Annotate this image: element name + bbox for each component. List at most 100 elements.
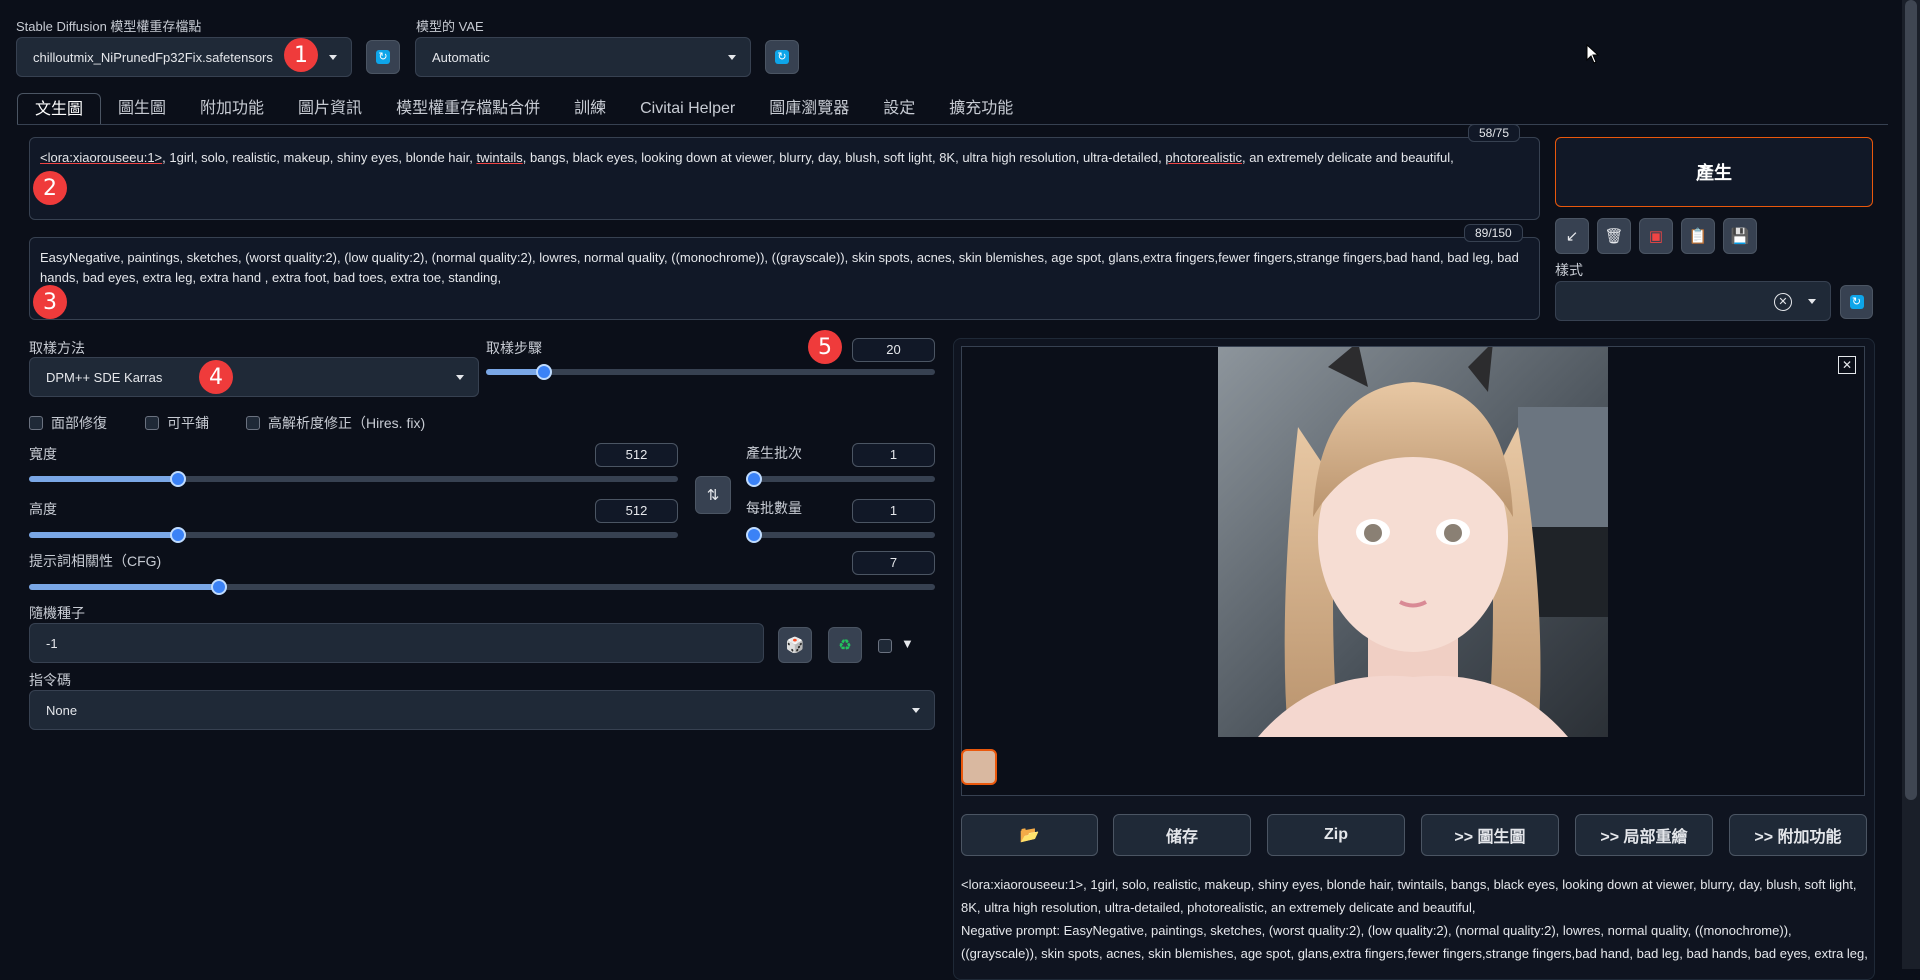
generation-info: <lora:xiaorouseeu:1>, 1girl, solo, reali… <box>961 873 1871 965</box>
clear-prompt-button[interactable]: 🗑 <box>1597 218 1631 254</box>
send-to-inpaint-button[interactable]: >> 局部重繪 <box>1575 814 1713 856</box>
apply-style-button[interactable]: 📋 <box>1681 218 1715 254</box>
slider-fill <box>29 584 220 590</box>
refresh-icon: ↻ <box>775 50 789 64</box>
steps-slider[interactable] <box>486 364 935 380</box>
face-restore-label: 面部修復 <box>51 415 107 431</box>
sampler-dropdown[interactable]: DPM++ SDE Karras <box>29 357 479 397</box>
negative-prompt-textarea[interactable]: EasyNegative, paintings, sketches, (wors… <box>29 237 1540 320</box>
cfg-input[interactable]: 7 <box>852 551 935 575</box>
vae-label: 模型的 VAE <box>416 19 484 34</box>
trash-icon: 🗑 <box>1604 228 1624 245</box>
extra-networks-button[interactable]: ▣ <box>1639 218 1673 254</box>
tab-extras[interactable]: 附加功能 <box>183 93 281 124</box>
page-scrollbar[interactable] <box>1902 0 1920 969</box>
style-label: 樣式 <box>1555 262 1583 278</box>
swap-dimensions-button[interactable]: ⇅ <box>695 476 731 514</box>
steps-label: 取樣步驟 <box>486 340 542 356</box>
seed-input[interactable]: -1 <box>29 623 764 663</box>
annotation-badge-1: 1 <box>284 38 318 72</box>
save-style-button[interactable]: 💾 <box>1723 218 1757 254</box>
slider-fill <box>29 532 179 538</box>
refresh-checkpoint-button[interactable]: ↻ <box>366 40 400 74</box>
tab-img2img[interactable]: 圖生圖 <box>101 93 183 124</box>
slider-thumb[interactable] <box>211 579 228 595</box>
tab-settings[interactable]: 設定 <box>866 93 932 124</box>
height-label: 高度 <box>29 501 57 517</box>
main-tabs: 文生圖 圖生圖 附加功能 圖片資訊 模型權重存檔點合併 訓練 Civitai H… <box>17 93 1030 124</box>
sampler-label: 取樣方法 <box>29 340 85 356</box>
height-slider[interactable] <box>29 527 678 543</box>
slider-thumb[interactable] <box>170 471 187 487</box>
refresh-vae-button[interactable]: ↻ <box>765 40 799 74</box>
zip-button[interactable]: Zip <box>1267 814 1405 856</box>
dice-icon: 🎲 <box>785 637 805 654</box>
width-input[interactable]: 512 <box>595 443 678 467</box>
chevron-down-icon <box>329 55 337 60</box>
send-to-img2img-button[interactable]: >> 圖生圖 <box>1421 814 1559 856</box>
refresh-styles-button[interactable]: ↻ <box>1840 285 1873 319</box>
generate-button[interactable]: 產生 <box>1555 137 1873 207</box>
chevron-down-icon <box>1808 299 1816 304</box>
negative-token-counter: 89/150 <box>1464 224 1523 242</box>
send-to-extras-button[interactable]: >> 附加功能 <box>1729 814 1867 856</box>
annotation-badge-3: 3 <box>33 285 67 319</box>
annotation-badge-2: 2 <box>33 171 67 205</box>
tab-extensions[interactable]: 擴充功能 <box>932 93 1030 124</box>
gallery-thumbnail[interactable] <box>961 749 997 785</box>
batch-count-slider[interactable] <box>746 471 935 487</box>
vae-dropdown[interactable]: Automatic <box>415 37 751 77</box>
tab-civitai-helper[interactable]: Civitai Helper <box>623 93 752 124</box>
extra-seed-checkbox[interactable] <box>878 639 892 653</box>
open-folder-button[interactable]: 📂 <box>961 814 1098 856</box>
seed-value: -1 <box>46 635 58 651</box>
slider-thumb[interactable] <box>746 527 762 543</box>
script-label: 指令碼 <box>29 672 71 688</box>
tab-checkpoint-merger[interactable]: 模型權重存檔點合併 <box>379 93 557 124</box>
vae-value: Automatic <box>432 49 490 65</box>
tiling-checkbox[interactable] <box>145 416 159 430</box>
script-dropdown[interactable]: None <box>29 690 935 730</box>
read-params-button[interactable]: ↙ <box>1555 218 1589 254</box>
steps-input[interactable]: 20 <box>852 338 935 362</box>
batch-size-slider[interactable] <box>746 527 935 543</box>
slider-thumb[interactable] <box>536 364 553 380</box>
face-restore-checkbox[interactable] <box>29 416 43 430</box>
cfg-label: 提示詞相關性（CFG) <box>29 553 162 569</box>
cfg-slider[interactable] <box>29 579 935 595</box>
tab-png-info[interactable]: 圖片資訊 <box>281 93 379 124</box>
reuse-seed-button[interactable]: ♻ <box>828 627 862 663</box>
tiling-label: 可平鋪 <box>167 415 209 431</box>
save-button[interactable]: 储存 <box>1113 814 1251 856</box>
recycle-icon: ♻ <box>838 637 852 654</box>
width-slider[interactable] <box>29 471 678 487</box>
sampler-value: DPM++ SDE Karras <box>46 369 163 385</box>
style-dropdown[interactable]: ✕ <box>1555 281 1831 321</box>
folder-icon: 📂 <box>1019 827 1040 844</box>
slider-thumb[interactable] <box>746 471 762 487</box>
slider-thumb[interactable] <box>170 527 187 543</box>
prompt-twintails: twintails <box>476 150 523 165</box>
checkpoint-value: chilloutmix_NiPrunedFp32Fix.safetensors <box>33 49 273 65</box>
prompt-text-c: , an extremely delicate and beautiful, <box>1242 150 1454 165</box>
info-line: <lora:xiaorouseeu:1>, 1girl, solo, reali… <box>961 877 1857 892</box>
height-input[interactable]: 512 <box>595 499 678 523</box>
prompt-textarea[interactable]: <lora:xiaorouseeu:1>, 1girl, solo, reali… <box>29 137 1540 220</box>
tab-txt2img[interactable]: 文生圖 <box>17 93 102 124</box>
clear-icon[interactable]: ✕ <box>1774 293 1792 311</box>
batch-count-input[interactable]: 1 <box>852 443 935 467</box>
swap-icon: ⇅ <box>706 487 720 504</box>
caret-down-icon[interactable]: ▼ <box>901 636 914 651</box>
tab-train[interactable]: 訓練 <box>557 93 623 124</box>
tab-image-browser[interactable]: 圖庫瀏覽器 <box>752 93 866 124</box>
random-seed-button[interactable]: 🎲 <box>778 627 812 663</box>
card-icon: ▣ <box>1648 228 1664 245</box>
prompt-lora: <lora:xiaorouseeu:1> <box>40 150 163 165</box>
scrollbar-thumb[interactable] <box>1905 0 1917 800</box>
hires-fix-checkbox[interactable] <box>246 416 260 430</box>
close-icon[interactable]: ✕ <box>1838 356 1856 374</box>
generated-image[interactable] <box>1218 347 1608 737</box>
batch-size-input[interactable]: 1 <box>852 499 935 523</box>
annotation-badge-4: 4 <box>199 360 233 394</box>
info-line: 8K, ultra high resolution, ultra-detaile… <box>961 900 1476 915</box>
